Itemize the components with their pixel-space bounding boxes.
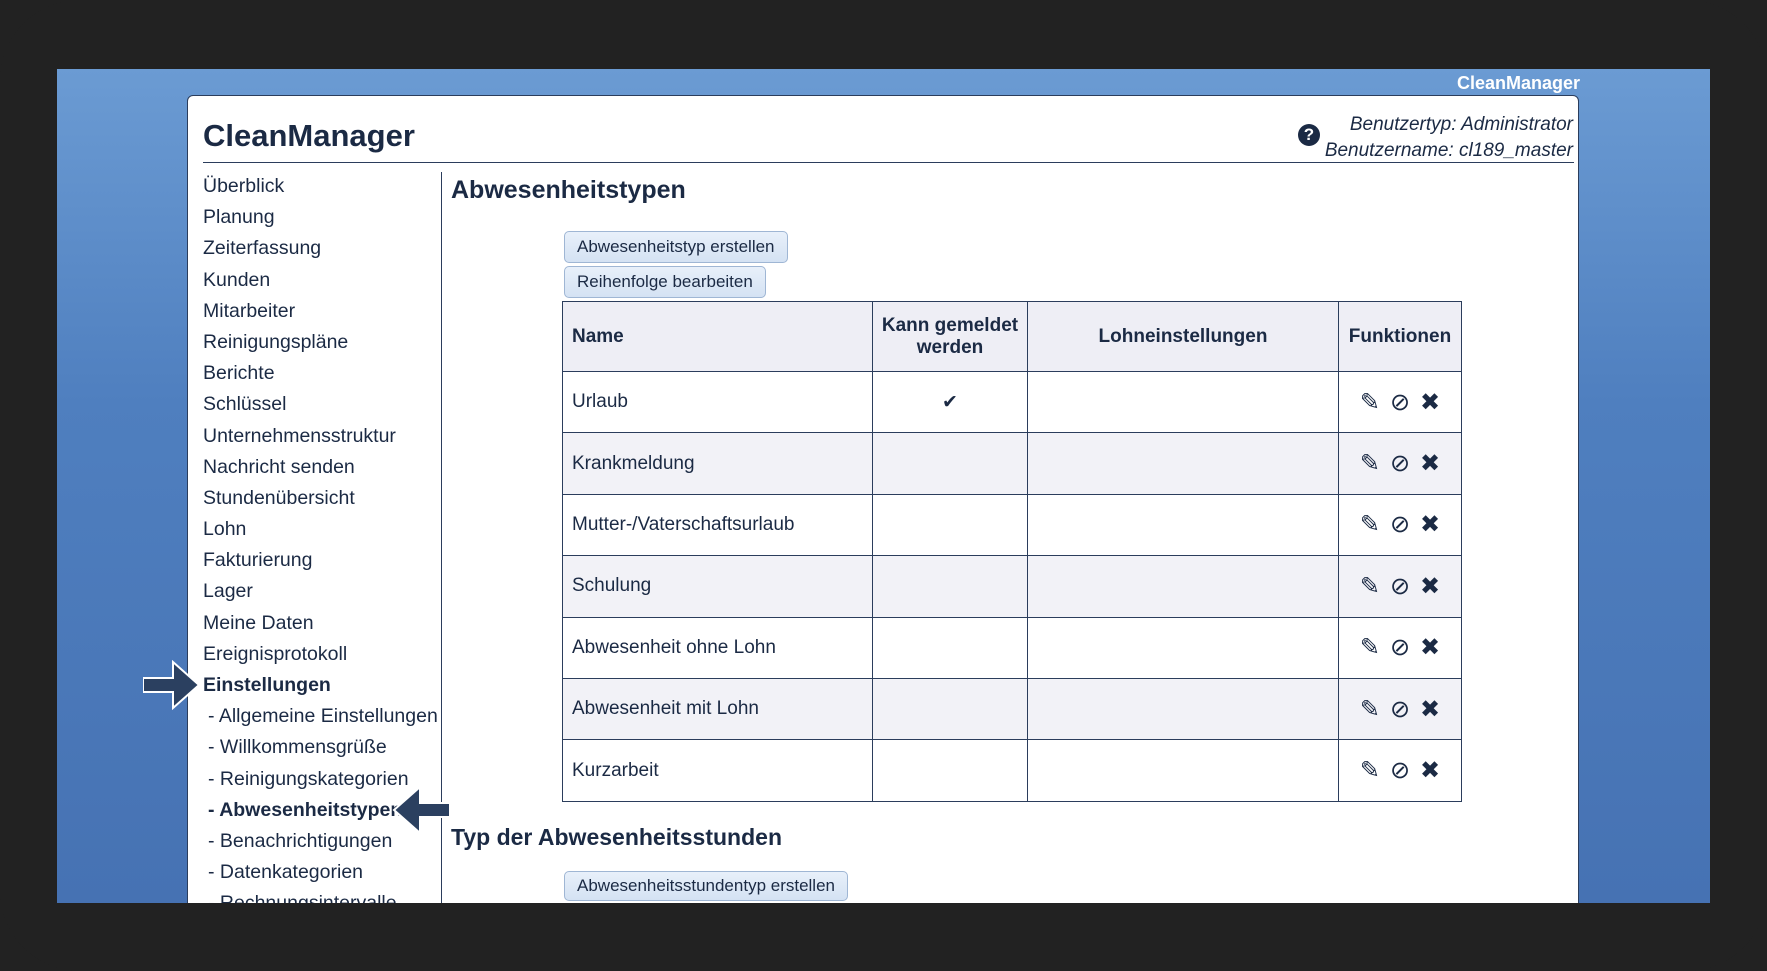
sidebar-item[interactable]: Lager: [203, 576, 438, 607]
cell-name: Abwesenheit mit Lohn: [562, 677, 873, 741]
close-icon[interactable]: ✖: [1420, 695, 1440, 724]
close-icon[interactable]: ✖: [1420, 449, 1440, 478]
sidebar-item[interactable]: Fakturierung: [203, 545, 438, 576]
table-row: Urlaub ✔ ✎ ⊘ ✖: [562, 370, 1462, 434]
close-icon[interactable]: ✖: [1420, 388, 1440, 417]
cell-reportable: [872, 739, 1028, 802]
cell-functions: ✎ ⊘ ✖: [1338, 493, 1462, 557]
cell-functions: ✎ ⊘ ✖: [1338, 677, 1462, 741]
eye-slash-icon[interactable]: ⊘: [1390, 510, 1410, 539]
table-row: Mutter-/Vaterschaftsurlaub ✎ ⊘ ✖: [562, 493, 1462, 557]
eye-slash-icon[interactable]: ⊘: [1390, 756, 1410, 785]
sidebar-item[interactable]: Überblick: [203, 171, 438, 202]
sidebar-item[interactable]: Schlüssel: [203, 389, 438, 420]
main-content: Abwesenheitstypen Abwesenheitstyp erstel…: [451, 175, 1561, 903]
sidebar-item[interactable]: Meine Daten: [203, 608, 438, 639]
pencil-icon[interactable]: ✎: [1360, 633, 1380, 662]
cell-functions: ✎ ⊘ ✖: [1338, 370, 1462, 434]
sidebar-item[interactable]: Planung: [203, 202, 438, 233]
cell-name: Schulung: [562, 555, 873, 618]
cell-reportable: [872, 677, 1028, 741]
user-type: Benutzertyp: Administrator: [1349, 114, 1573, 135]
pencil-icon[interactable]: ✎: [1360, 388, 1380, 417]
page-title: Abwesenheitstypen: [451, 176, 686, 204]
cell-reportable: ✔: [872, 370, 1028, 434]
cell-wage: [1027, 677, 1339, 741]
eye-slash-icon[interactable]: ⊘: [1390, 449, 1410, 478]
absence-types-table: Name Kann gemeldet werden Lohneinstellun…: [562, 301, 1462, 802]
cell-functions: ✎ ⊘ ✖: [1338, 616, 1462, 679]
table-row: Schulung ✎ ⊘ ✖: [562, 555, 1462, 618]
cell-wage: [1027, 739, 1339, 802]
arrow-left-icon: [392, 785, 450, 835]
sidebar-item[interactable]: Einstellungen: [203, 670, 438, 701]
user-info: Benutzertyp: Administrator Benutzername:…: [1325, 112, 1573, 164]
cell-functions: ✎ ⊘ ✖: [1338, 555, 1462, 618]
sidebar-item[interactable]: Mitarbeiter: [203, 296, 438, 327]
sidebar-item[interactable]: Reinigungspläne: [203, 327, 438, 358]
question-circle-icon[interactable]: ?: [1298, 124, 1320, 146]
col-name: Name: [562, 301, 873, 372]
app-panel: CleanManager ? Benutzertyp: Administrato…: [187, 95, 1579, 903]
close-icon[interactable]: ✖: [1420, 633, 1440, 662]
brand-top: CleanManager: [1456, 73, 1580, 93]
screen: CleanManager CleanManager ? Benutzertyp:…: [57, 69, 1710, 903]
close-icon[interactable]: ✖: [1420, 510, 1440, 539]
sidebar-item[interactable]: - Allgemeine Einstellungen: [203, 701, 438, 732]
app-title: CleanManager: [203, 118, 415, 153]
close-icon[interactable]: ✖: [1420, 756, 1440, 785]
arrow-right-icon: [143, 660, 201, 710]
create-absence-type-button[interactable]: Abwesenheitstyp erstellen: [564, 231, 788, 263]
cell-wage: [1027, 370, 1339, 434]
cell-reportable: [872, 555, 1028, 618]
user-name: Benutzername: cl189_master: [1324, 140, 1573, 161]
cell-functions: ✎ ⊘ ✖: [1338, 739, 1462, 802]
eye-slash-icon[interactable]: ⊘: [1390, 633, 1410, 662]
sidebar-item[interactable]: Zeiterfassung: [203, 233, 438, 264]
cell-name: Kurzarbeit: [562, 739, 873, 802]
col-functions: Funktionen: [1338, 301, 1462, 372]
eye-slash-icon[interactable]: ⊘: [1390, 695, 1410, 724]
cell-name: Urlaub: [562, 370, 873, 434]
sidebar-item[interactable]: - Datenkategorien: [203, 857, 438, 888]
eye-slash-icon[interactable]: ⊘: [1390, 388, 1410, 417]
cell-wage: [1027, 432, 1339, 495]
table-row: Abwesenheit ohne Lohn ✎ ⊘ ✖: [562, 616, 1462, 679]
section-title: Typ der Abwesenheitsstunden: [451, 824, 782, 850]
close-icon[interactable]: ✖: [1420, 572, 1440, 601]
sidebar-item[interactable]: - Willkommensgrüße: [203, 732, 438, 763]
cell-name: Abwesenheit ohne Lohn: [562, 616, 873, 679]
cell-name: Krankmeldung: [562, 432, 873, 495]
sidebar-item[interactable]: Berichte: [203, 358, 438, 389]
cell-reportable: [872, 616, 1028, 679]
eye-slash-icon[interactable]: ⊘: [1390, 572, 1410, 601]
col-reportable: Kann gemeldet werden: [872, 301, 1028, 372]
sidebar-item[interactable]: Kunden: [203, 265, 438, 296]
cell-reportable: [872, 432, 1028, 495]
cell-wage: [1027, 616, 1339, 679]
pencil-icon[interactable]: ✎: [1360, 572, 1380, 601]
table-row: Kurzarbeit ✎ ⊘ ✖: [562, 739, 1462, 802]
table-row: Krankmeldung ✎ ⊘ ✖: [562, 432, 1462, 495]
pencil-icon[interactable]: ✎: [1360, 695, 1380, 724]
cell-name: Mutter-/Vaterschaftsurlaub: [562, 493, 873, 557]
pencil-icon[interactable]: ✎: [1360, 449, 1380, 478]
cell-functions: ✎ ⊘ ✖: [1338, 432, 1462, 495]
sidebar-item[interactable]: Nachricht senden: [203, 452, 438, 483]
edit-order-button[interactable]: Reihenfolge bearbeiten: [564, 266, 766, 298]
create-hours-type-button[interactable]: Abwesenheitsstundentyp erstellen: [564, 871, 848, 901]
sidebar-item[interactable]: - Rechnungsintervalle: [203, 888, 438, 903]
sidebar-item[interactable]: Ereignisprotokoll: [203, 639, 438, 670]
pencil-icon[interactable]: ✎: [1360, 510, 1380, 539]
cell-wage: [1027, 555, 1339, 618]
sidebar-item[interactable]: Stundenübersicht: [203, 483, 438, 514]
header-divider: [203, 162, 1574, 163]
table-row: Abwesenheit mit Lohn ✎ ⊘ ✖: [562, 677, 1462, 741]
cell-reportable: [872, 493, 1028, 557]
col-wage: Lohneinstellungen: [1027, 301, 1339, 372]
pencil-icon[interactable]: ✎: [1360, 756, 1380, 785]
cell-wage: [1027, 493, 1339, 557]
sidebar-item[interactable]: Lohn: [203, 514, 438, 545]
sidebar-item[interactable]: Unternehmensstruktur: [203, 421, 438, 452]
